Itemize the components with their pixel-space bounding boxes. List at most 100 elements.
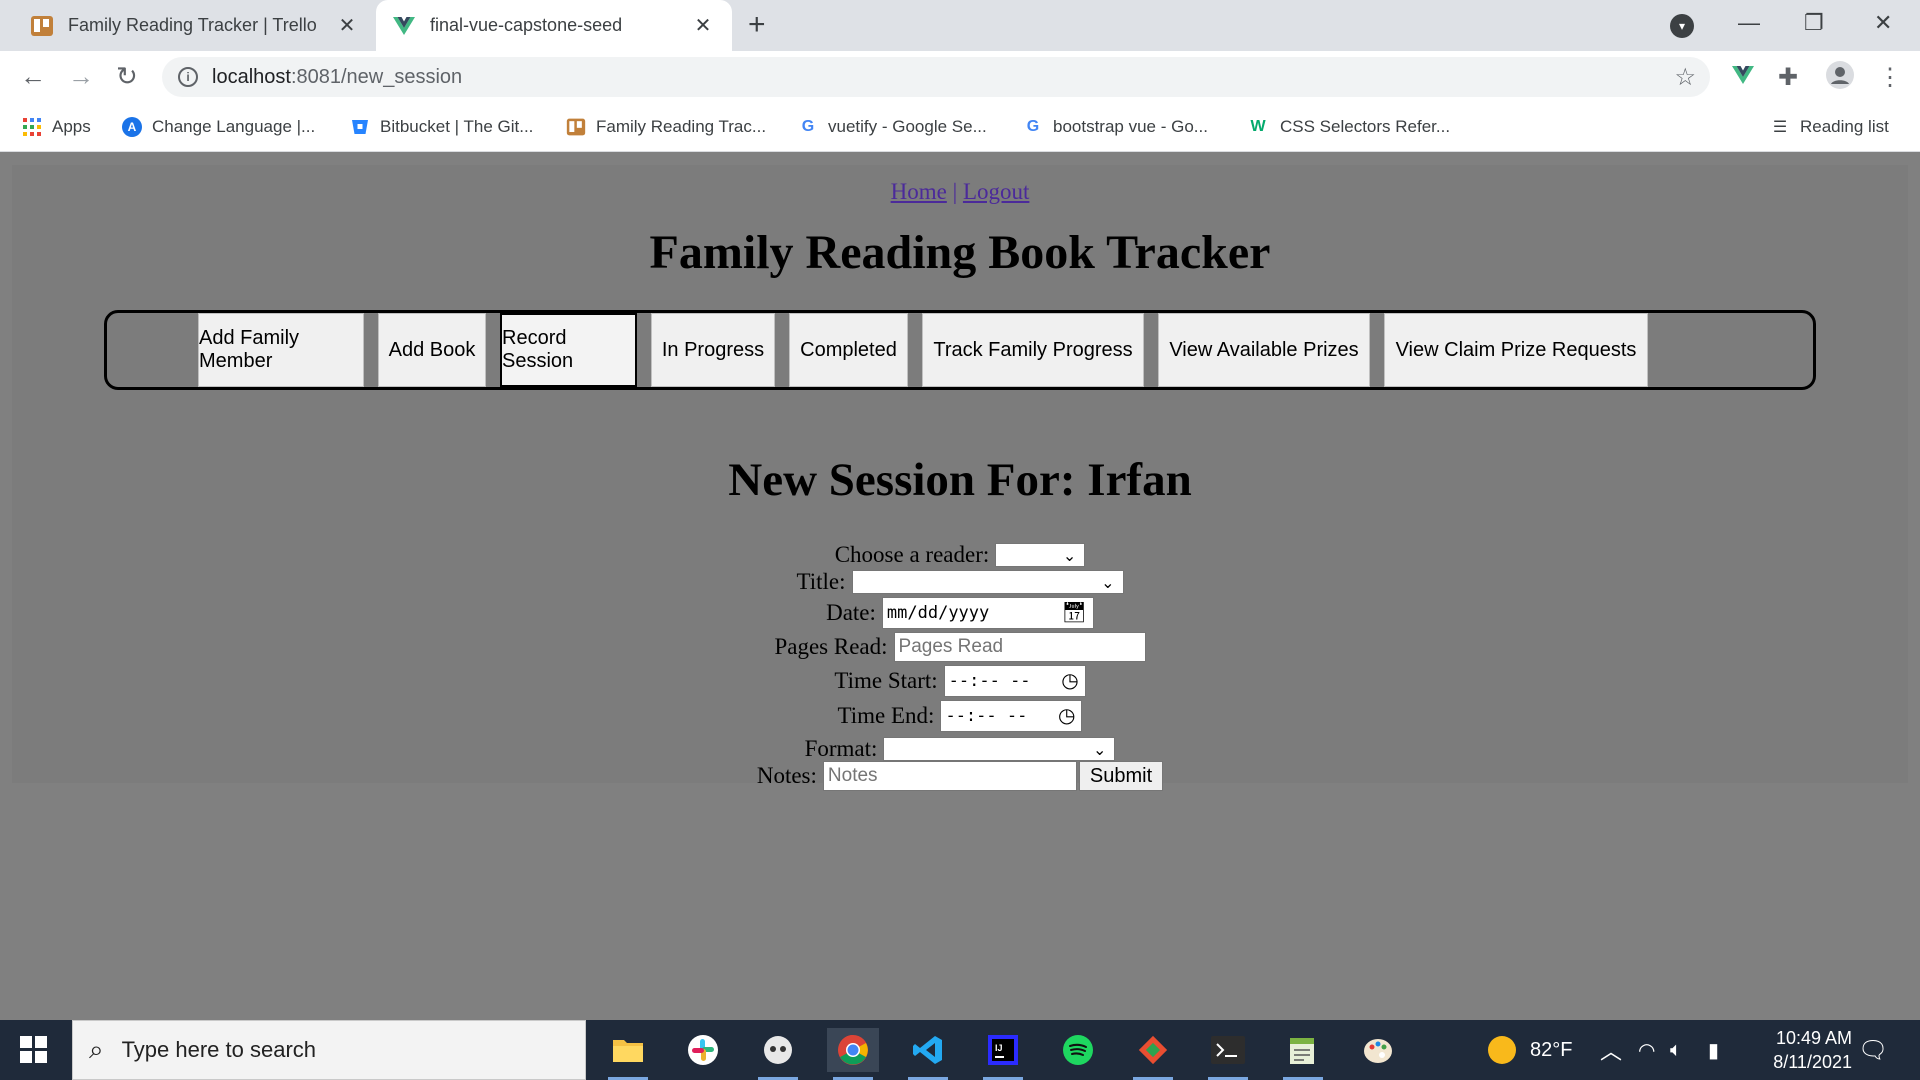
back-arrow-icon[interactable]: ← [20,61,46,92]
spotify-icon[interactable] [1052,1028,1104,1072]
windows-start-icon[interactable] [20,1036,48,1064]
restore-icon[interactable]: ❐ [1804,10,1824,36]
bookmark-bitbucket[interactable]: Bitbucket | The Git... [350,102,533,152]
address-bar[interactable]: i localhost:8081/new_session ☆ [162,57,1710,97]
extensions-puzzle-icon[interactable]: ✚ [1778,63,1798,92]
change-language-icon: A [122,117,142,137]
chrome-icon[interactable] [827,1028,879,1080]
bookmark-bootstrap-vue[interactable]: G bootstrap vue - Go... [1023,102,1208,152]
battery-icon[interactable]: ▮ [1708,1020,1719,1080]
taskbar-clock[interactable]: 10:49 AM 8/11/2021 [1732,1026,1852,1074]
minimize-icon[interactable]: — [1738,10,1760,36]
search-icon: ⌕ [89,1034,104,1064]
bookmark-apps[interactable]: Apps [22,102,91,152]
menu-track-family-progress[interactable]: Track Family Progress [922,313,1144,387]
home-link[interactable]: Home [891,179,947,204]
browser-tab-strip: Family Reading Tracker | Trello ✕ final-… [0,0,1920,51]
paint-icon[interactable] [1352,1028,1404,1072]
menu-in-progress[interactable]: In Progress [651,313,775,387]
app-container: Home | Logout Family Reading Book Tracke… [12,165,1908,791]
chat-bubble-icon[interactable] [752,1028,804,1080]
google-icon: G [801,118,815,135]
session-heading: New Session For: Irfan [728,454,1192,506]
tab-search-icon[interactable]: ▾ [1670,14,1694,38]
bookmark-family-reading[interactable]: Family Reading Trac... [566,102,766,152]
tab-title: Family Reading Tracker | Trello [68,15,317,35]
vue-devtools-icon[interactable] [1731,63,1755,94]
bitbucket-icon [350,117,370,137]
reload-icon[interactable]: ↻ [116,61,138,92]
time-end-input[interactable]: --:-- -- ◷ [940,700,1083,732]
vscode-icon[interactable] [902,1028,954,1080]
menu-record-session[interactable]: Record Session [500,313,637,387]
tab-title: final-vue-capstone-seed [430,15,623,35]
menu-view-available-prizes[interactable]: View Available Prizes [1158,313,1370,387]
volume-icon[interactable]: 🔈︎ [1670,1020,1682,1080]
bookmarks-bar: Apps A Change Language |... Bitbucket | … [0,102,1920,152]
notes-label: Notes: [756,763,817,788]
notification-icon[interactable]: 🗨︎ [1858,1020,1888,1080]
clock-icon[interactable]: ◷ [1061,668,1078,693]
notepad-icon[interactable] [1277,1028,1329,1080]
title-select[interactable]: ⌄ [851,570,1124,594]
pages-row: Pages Read: Pages Read [12,632,1908,662]
menu-add-family-member[interactable]: Add Family Member [198,313,364,387]
date-label: Date: [826,600,876,625]
top-nav: Home | Logout [12,179,1908,205]
kebab-menu-icon[interactable]: ⋮ [1878,63,1902,92]
time-start-label: Time Start: [834,668,938,693]
time-start-input[interactable]: --:-- -- ◷ [943,665,1086,697]
bookmark-vuetify-search[interactable]: G vuetify - Google Se... [798,102,987,152]
terminal-icon[interactable] [1202,1028,1254,1080]
chevron-down-icon: ⌄ [1101,575,1115,592]
format-label: Format: [804,736,878,761]
url-text[interactable]: localhost:8081/new_session [212,66,462,89]
chevron-down-icon: ⌄ [1093,742,1107,759]
clock-icon[interactable]: ◷ [1058,703,1075,728]
menu-add-book[interactable]: Add Book [378,313,486,387]
bookmark-css-selectors[interactable]: W CSS Selectors Refer... [1246,102,1450,152]
new-tab-button[interactable]: + [748,8,766,42]
intellij-icon[interactable]: IJ [977,1028,1029,1080]
info-icon[interactable]: i [178,67,198,87]
file-explorer-icon[interactable] [602,1028,654,1080]
pages-read-input[interactable]: Pages Read [893,632,1146,662]
calendar-icon[interactable]: 📅︎ [1062,600,1087,625]
forward-arrow-icon[interactable]: → [68,61,94,92]
reader-select[interactable]: ⌄ [995,543,1086,567]
svg-text:IJ: IJ [995,1043,1003,1053]
menu-completed[interactable]: Completed [789,313,908,387]
logout-link[interactable]: Logout [963,179,1029,204]
bookmark-star-icon[interactable]: ☆ [1674,63,1696,92]
trello-icon [30,14,54,38]
notes-input[interactable]: Notes [822,761,1077,791]
pages-label: Pages Read: [774,634,888,659]
taskbar-search-box[interactable]: ⌕ Type here to search [72,1020,586,1080]
close-icon[interactable]: ✕ [336,13,358,38]
reader-label: Choose a reader: [834,542,990,567]
submit-button[interactable]: Submit [1078,761,1164,791]
reader-row: Choose a reader: ⌄ [12,540,1908,570]
profile-avatar-icon[interactable] [1826,61,1854,96]
menu-view-claim-prize-requests[interactable]: View Claim Prize Requests [1384,313,1648,387]
bookmark-change-language[interactable]: A Change Language |... [122,102,315,152]
tab-trello[interactable]: Family Reading Tracker | Trello ✕ [14,0,376,51]
reading-list-button[interactable]: ☰ Reading list [1770,102,1889,152]
weather-widget[interactable]: 82°F [1488,1020,1572,1080]
network-icon[interactable]: ◠ [1638,1020,1655,1080]
close-icon[interactable]: ✕ [692,13,714,38]
format-select[interactable]: ⌄ [883,737,1116,761]
date-row: Date: mm/dd/yyyy 📅︎ [12,597,1908,629]
chevron-up-icon[interactable]: ︿ [1600,1020,1622,1080]
reading-list-icon: ☰ [1772,119,1788,136]
notes-row: Notes: Notes Submit [12,761,1908,791]
page-viewport: Home | Logout Family Reading Book Tracke… [0,153,1920,1020]
tab-vue-capstone[interactable]: final-vue-capstone-seed ✕ [376,0,732,51]
page-title: Family Reading Book Tracker [649,226,1271,279]
git-icon[interactable] [1127,1028,1179,1080]
time-end-row: Time End: --:-- -- ◷ [12,700,1908,732]
google-icon: G [1026,118,1040,135]
window-close-icon[interactable]: ✕ [1874,10,1892,36]
slack-icon[interactable] [677,1028,729,1072]
date-input[interactable]: mm/dd/yyyy 📅︎ [881,597,1094,629]
